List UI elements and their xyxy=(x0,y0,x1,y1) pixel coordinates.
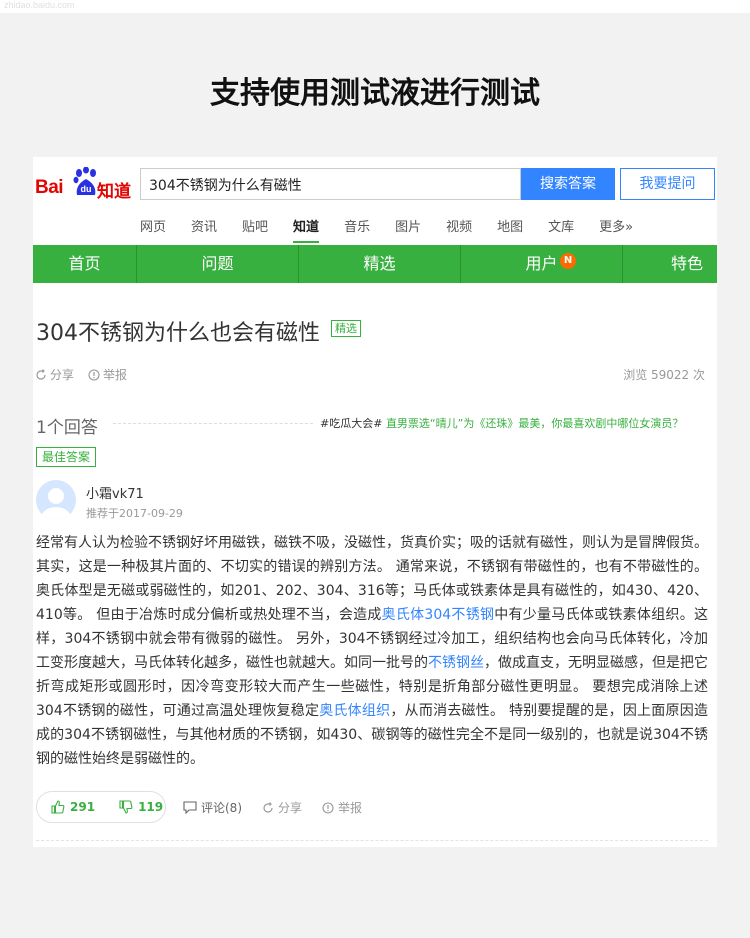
channel-users-label: 用户 xyxy=(525,254,558,273)
nav-item-web[interactable]: 网页 xyxy=(140,213,166,243)
channel-special-label: 特色 xyxy=(670,254,703,273)
answer-report-label: 举报 xyxy=(338,801,363,815)
promo-text: 直男票选“晴儿”为《还珠》最美，你最喜欢剧中哪位女演员？ xyxy=(385,417,684,430)
comment-label: 评论(8) xyxy=(201,801,242,815)
like-count: 291 xyxy=(70,800,96,814)
nav-item-zhidao[interactable]: 知道 xyxy=(293,213,320,243)
channel-special[interactable]: 特色 xyxy=(623,245,717,283)
question-report-label: 举报 xyxy=(103,368,128,382)
top-strip xyxy=(0,0,750,13)
paw-icon: du xyxy=(73,167,96,195)
new-badge: N xyxy=(560,253,576,269)
answer-share-label: 分享 xyxy=(278,801,303,815)
answer-link-austenite-304[interactable]: 奥氏体304不锈钢 xyxy=(382,607,495,623)
divider xyxy=(113,423,313,424)
featured-tag: 精选 xyxy=(331,320,361,337)
bottom-divider xyxy=(36,840,708,841)
watermark: zhidao.baidu.com xyxy=(4,0,75,10)
answer-actions: 评论(8) 分享 举报 xyxy=(183,799,362,816)
thumbs-up-icon xyxy=(51,800,65,814)
channel-home[interactable]: 首页 xyxy=(33,245,137,283)
avatar[interactable] xyxy=(36,480,76,520)
report-icon xyxy=(88,368,100,381)
nav-item-news[interactable]: 资讯 xyxy=(191,213,217,243)
question-share-button[interactable]: 分享 xyxy=(35,366,74,383)
screenshot-card: Bai du 知道 304不锈钢为什么有磁性 搜索答案 我要提问 网页 资讯 贴… xyxy=(33,157,717,847)
answer-count: 1个回答 xyxy=(36,418,98,438)
channel-users[interactable]: 用户 N xyxy=(461,245,623,283)
channel-featured[interactable]: 精选 xyxy=(299,245,461,283)
answer-date: 推荐于2017-09-29 xyxy=(86,507,183,520)
ask-question-button[interactable]: 我要提问 xyxy=(620,168,715,200)
dislike-count: 119 xyxy=(138,800,164,814)
answer-share-button[interactable]: 分享 xyxy=(262,799,302,816)
share-icon xyxy=(263,801,273,813)
baidu-zhidao-logo[interactable]: Bai du 知道 xyxy=(33,163,133,203)
question-share-label: 分享 xyxy=(50,368,75,382)
search-button[interactable]: 搜索答案 xyxy=(521,168,615,200)
answer-body: 经常有人认为检验不锈钢好坏用磁铁，磁铁不吸，没磁性，货真价实；吸的话就有磁性，则… xyxy=(36,531,708,771)
channel-questions[interactable]: 问题 xyxy=(137,245,299,283)
answer-link-steel-wire[interactable]: 不锈钢丝 xyxy=(428,655,484,671)
logo-zhidao-text: 知道 xyxy=(97,182,131,202)
answer-report-button[interactable]: 举报 xyxy=(322,799,362,816)
promo-link[interactable]: #吃瓜大会# 直男票选“晴儿”为《还珠》最美，你最喜欢剧中哪位女演员？ xyxy=(320,415,683,431)
logo-bai-text: Bai xyxy=(35,177,64,198)
report-icon xyxy=(322,801,334,814)
answer-username[interactable]: 小霜vk71 xyxy=(86,483,144,502)
channel-featured-label: 精选 xyxy=(363,254,396,273)
nav-item-video[interactable]: 视频 xyxy=(446,213,472,243)
promo-hashtag: #吃瓜大会# xyxy=(320,417,383,430)
view-count: 浏览 59022 次 xyxy=(623,368,705,382)
logo-du-text: du xyxy=(81,184,92,194)
banner-title: 支持使用测试液进行测试 xyxy=(210,76,540,111)
nav-item-more[interactable]: 更多» xyxy=(599,213,633,243)
question-report-button[interactable]: 举报 xyxy=(88,366,127,383)
channel-questions-label: 问题 xyxy=(201,254,234,273)
nav-item-wenku[interactable]: 文库 xyxy=(548,213,574,243)
nav-item-images[interactable]: 图片 xyxy=(395,213,421,243)
top-nav: 网页 资讯 贴吧 知道 音乐 图片 视频 地图 文库 更多» xyxy=(140,213,658,243)
share-icon xyxy=(36,368,46,380)
channel-home-label: 首页 xyxy=(68,254,101,273)
thumbs-down-icon xyxy=(119,800,133,814)
like-button[interactable]: 291 xyxy=(51,800,95,814)
answer-link-austenite[interactable]: 奥氏体组织 xyxy=(319,703,390,719)
question-title: 304不锈钢为什么也会有磁性 xyxy=(36,321,320,346)
dislike-button[interactable]: 119 xyxy=(119,800,163,814)
nav-item-map[interactable]: 地图 xyxy=(497,213,523,243)
user-icon xyxy=(41,488,71,520)
comment-button[interactable]: 评论(8) xyxy=(183,799,242,816)
comment-icon xyxy=(183,801,197,814)
vote-box: 291 119 xyxy=(36,791,166,823)
channel-bar: 首页 问题 精选 用户 N 特色 xyxy=(33,245,717,283)
nav-item-music[interactable]: 音乐 xyxy=(344,213,370,243)
question-meta: 分享 举报 xyxy=(35,366,127,383)
search-input[interactable]: 304不锈钢为什么有磁性 xyxy=(140,168,521,200)
best-answer-tag: 最佳答案 xyxy=(36,447,97,467)
nav-item-tieba[interactable]: 贴吧 xyxy=(242,213,268,243)
